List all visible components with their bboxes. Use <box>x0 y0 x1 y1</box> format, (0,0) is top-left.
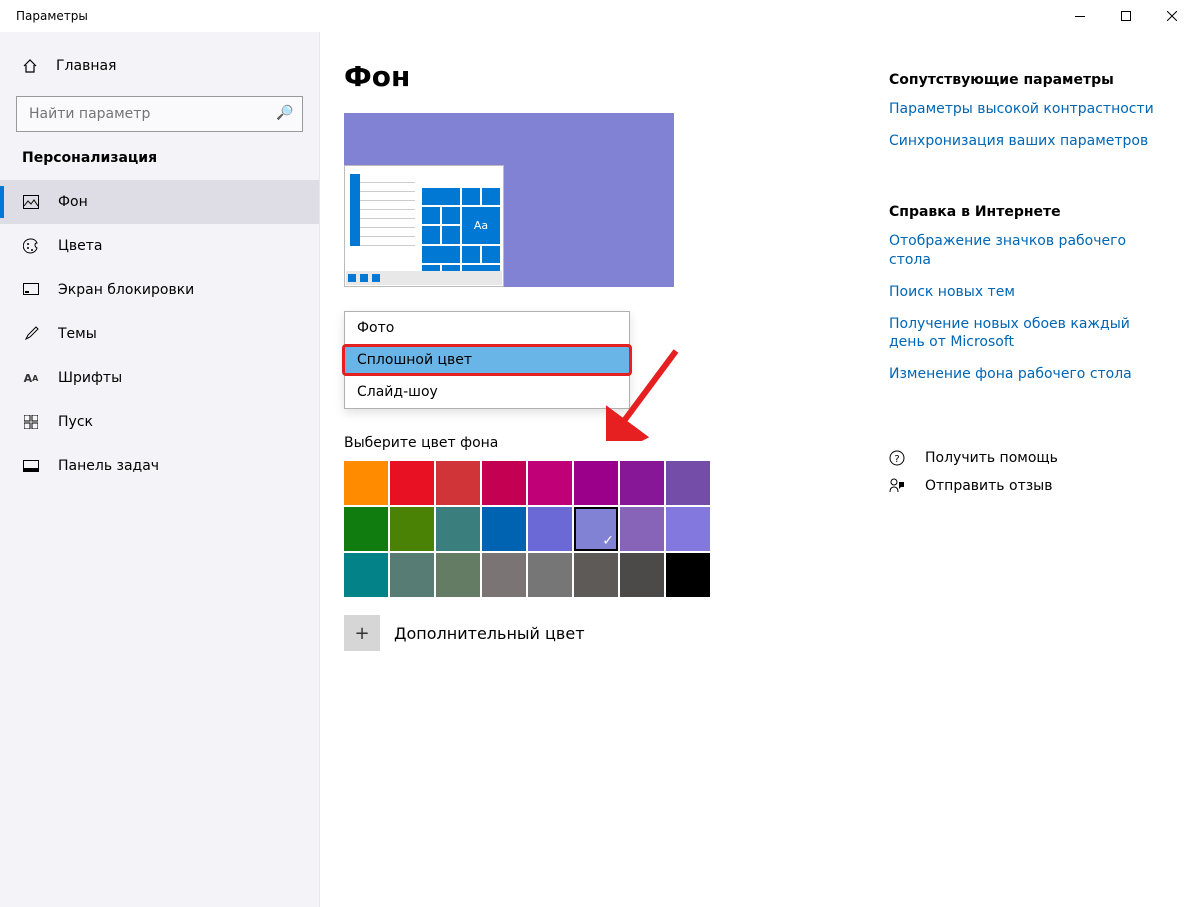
color-swatch[interactable] <box>666 507 710 551</box>
color-swatch[interactable] <box>620 507 664 551</box>
color-swatch[interactable] <box>574 553 618 597</box>
dropdown-option-solid-color[interactable]: Сплошной цвет <box>345 344 629 376</box>
color-swatch[interactable] <box>666 553 710 597</box>
home-icon <box>22 58 40 74</box>
background-preview: Aa <box>344 113 674 287</box>
close-button[interactable] <box>1149 0 1195 32</box>
color-swatch[interactable] <box>344 507 388 551</box>
sidebar-home-label: Главная <box>56 58 116 74</box>
color-swatch[interactable] <box>390 507 434 551</box>
sidebar-item-background[interactable]: Фон <box>0 180 319 224</box>
color-swatch[interactable] <box>620 461 664 505</box>
help-icon: ? <box>889 450 911 466</box>
color-swatch[interactable] <box>390 553 434 597</box>
color-swatch[interactable] <box>620 553 664 597</box>
custom-color-button[interactable]: + <box>344 615 380 651</box>
link-high-contrast[interactable]: Параметры высокой контрастности <box>889 100 1159 118</box>
link-sync-settings[interactable]: Синхронизация ваших параметров <box>889 132 1159 150</box>
color-swatch[interactable] <box>482 507 526 551</box>
lockscreen-icon <box>22 283 40 297</box>
feedback-icon <box>889 478 911 494</box>
dropdown-option-photo[interactable]: Фото <box>345 312 629 344</box>
sidebar-item-colors[interactable]: Цвета <box>0 224 319 268</box>
link-daily-wallpaper[interactable]: Получение новых обоев каждый день от Mic… <box>889 315 1159 351</box>
sidebar-home[interactable]: Главная <box>0 48 319 84</box>
brush-icon <box>22 326 40 342</box>
sidebar-item-lockscreen[interactable]: Экран блокировки <box>0 268 319 312</box>
window-controls <box>1057 0 1195 32</box>
sidebar-item-start[interactable]: Пуск <box>0 400 319 444</box>
get-help-link[interactable]: ? Получить помощь <box>889 450 1159 466</box>
minimize-button[interactable] <box>1057 0 1103 32</box>
color-swatch[interactable] <box>436 461 480 505</box>
color-swatch[interactable] <box>482 461 526 505</box>
sidebar-item-label: Экран блокировки <box>58 282 194 298</box>
color-swatch[interactable] <box>666 461 710 505</box>
preview-sample-text: Aa <box>462 207 500 243</box>
palette-icon <box>22 238 40 254</box>
sidebar-item-label: Панель задач <box>58 458 159 474</box>
color-swatch[interactable] <box>390 461 434 505</box>
link-change-background[interactable]: Изменение фона рабочего стола <box>889 365 1159 383</box>
help-heading: Справка в Интернете <box>889 204 1159 220</box>
color-swatch[interactable] <box>528 461 572 505</box>
search-icon: 🔍 <box>276 105 293 121</box>
color-swatch[interactable] <box>528 507 572 551</box>
dropdown-option-slideshow[interactable]: Слайд-шоу <box>345 376 629 408</box>
color-swatch-grid <box>344 461 889 597</box>
feedback-label: Отправить отзыв <box>925 478 1052 494</box>
svg-text:?: ? <box>894 454 899 465</box>
color-swatch[interactable] <box>344 461 388 505</box>
picture-icon <box>22 195 40 209</box>
sidebar-item-fonts[interactable]: AA Шрифты <box>0 356 319 400</box>
color-swatch[interactable] <box>436 507 480 551</box>
link-desktop-icons[interactable]: Отображение значков рабочего стола <box>889 232 1159 268</box>
color-swatch[interactable] <box>482 553 526 597</box>
page-title: Фон <box>344 60 889 93</box>
maximize-button[interactable] <box>1103 0 1149 32</box>
feedback-link[interactable]: Отправить отзыв <box>889 478 1159 494</box>
search-input[interactable] <box>16 96 303 132</box>
sidebar: Главная 🔍 Персонализация Фон Цвета Экран… <box>0 32 320 907</box>
color-swatch[interactable] <box>574 507 618 551</box>
related-heading: Сопутствующие параметры <box>889 72 1159 88</box>
taskbar-icon <box>22 460 40 472</box>
window-title: Параметры <box>16 9 88 23</box>
sidebar-item-label: Фон <box>58 194 88 210</box>
get-help-label: Получить помощь <box>925 450 1058 466</box>
swatch-label: Выберите цвет фона <box>344 435 889 451</box>
titlebar: Параметры <box>0 0 1195 32</box>
sidebar-item-label: Пуск <box>58 414 93 430</box>
sidebar-item-label: Темы <box>58 326 97 342</box>
sidebar-item-themes[interactable]: Темы <box>0 312 319 356</box>
sidebar-item-label: Шрифты <box>58 370 122 386</box>
sidebar-item-taskbar[interactable]: Панель задач <box>0 444 319 488</box>
sidebar-item-label: Цвета <box>58 238 102 254</box>
font-icon: AA <box>22 372 40 385</box>
background-type-dropdown[interactable]: Фото Сплошной цвет Слайд-шоу <box>344 311 630 409</box>
link-find-themes[interactable]: Поиск новых тем <box>889 283 1159 301</box>
custom-color-label: Дополнительный цвет <box>394 624 585 643</box>
start-icon <box>22 415 40 429</box>
color-swatch[interactable] <box>574 461 618 505</box>
sidebar-section-title: Персонализация <box>0 150 319 180</box>
color-swatch[interactable] <box>344 553 388 597</box>
color-swatch[interactable] <box>528 553 572 597</box>
color-swatch[interactable] <box>436 553 480 597</box>
